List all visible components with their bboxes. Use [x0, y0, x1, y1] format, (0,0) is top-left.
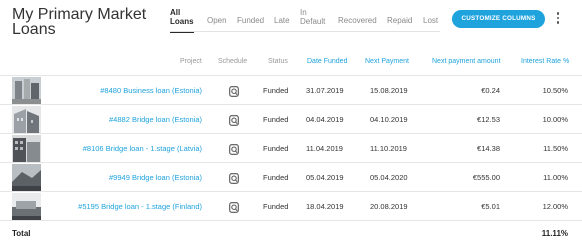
project-link[interactable]: #8106 Bridge loan - 1.stage (Latvia) [60, 144, 202, 153]
interest-rate-value: 11.50% [543, 144, 568, 153]
loan-thumbnail[interactable] [12, 77, 41, 104]
column-header-next-payment-amount[interactable]: Next payment amount [432, 57, 500, 67]
project-link[interactable]: #9949 Bridge loan (Estonia) [60, 173, 202, 182]
column-header-status[interactable]: Status [268, 57, 288, 67]
project-link[interactable]: #8480 Business loan (Estonia) [60, 86, 202, 95]
table-row[interactable]: #8480 Business loan (Estonia) Funded 31.… [0, 76, 582, 104]
column-header-next-payment[interactable]: Next Payment [365, 57, 409, 67]
next-payment-amount-value: €0.24 [481, 86, 500, 95]
status-text: Funded [263, 202, 289, 211]
page-title: My Primary Market Loans [12, 6, 147, 38]
schedule-icon[interactable] [229, 113, 239, 126]
kebab-vertical-icon[interactable] [556, 12, 560, 26]
total-label: Total [12, 229, 31, 238]
tab-funded[interactable]: Funded [237, 16, 264, 25]
schedule-icon[interactable] [229, 200, 239, 213]
status-text: Funded [263, 173, 289, 182]
project-link[interactable]: #4882 Bridge loan (Estonia) [60, 115, 202, 124]
status-text: Funded [263, 115, 289, 124]
tab-recovered[interactable]: Recovered [338, 16, 377, 25]
next-payment-value: 05.04.2020 [370, 173, 408, 182]
next-payment-amount-value: €12.53 [477, 115, 500, 124]
next-payment-amount-value: €14.38 [477, 144, 500, 153]
next-payment-value: 20.08.2019 [370, 202, 408, 211]
loan-thumbnail[interactable] [12, 164, 41, 191]
interest-rate-value: 10.00% [542, 115, 568, 124]
table-row[interactable]: #4882 Bridge loan (Estonia) Funded 04.04… [0, 105, 582, 133]
tab-repaid[interactable]: Repaid [387, 16, 412, 25]
column-header-project[interactable]: Project [180, 57, 202, 67]
loan-status-tabs: All Loans Open Funded Late In Default Re… [170, 8, 440, 33]
tabs-divider [170, 31, 440, 32]
schedule-icon[interactable] [229, 171, 239, 184]
date-funded-value: 11.04.2019 [306, 144, 343, 153]
interest-rate-value: 12.00% [542, 202, 568, 211]
date-funded-value: 05.04.2019 [306, 173, 344, 182]
date-funded-value: 18.04.2019 [306, 202, 344, 211]
table-row[interactable]: #8106 Bridge loan - 1.stage (Latvia) Fun… [0, 134, 582, 162]
loan-thumbnail[interactable] [12, 106, 41, 133]
table-header: Project Schedule Status Date Funded Next… [0, 57, 582, 69]
schedule-icon[interactable] [229, 142, 239, 155]
tab-all-loans[interactable]: All Loans [170, 8, 196, 26]
next-payment-amount-value: €5.01 [481, 202, 500, 211]
loan-thumbnail[interactable] [12, 135, 41, 162]
tab-in-default[interactable]: In Default [300, 8, 330, 26]
column-header-interest-rate[interactable]: Interest Rate % [521, 57, 569, 67]
project-link[interactable]: #5195 Bridge loan - 1.stage (Finland) [60, 202, 202, 211]
status-text: Funded [263, 86, 289, 95]
column-header-schedule[interactable]: Schedule [218, 57, 247, 67]
tab-open[interactable]: Open [207, 16, 227, 25]
next-payment-value: 15.08.2019 [370, 86, 408, 95]
next-payment-value: 04.10.2019 [370, 115, 408, 124]
loan-thumbnail[interactable] [12, 193, 41, 220]
total-interest-rate: 11.11% [541, 229, 568, 238]
schedule-icon[interactable] [229, 84, 239, 97]
tab-late[interactable]: Late [274, 16, 290, 25]
table-row[interactable]: #9949 Bridge loan (Estonia) Funded 05.04… [0, 163, 582, 191]
table-row[interactable]: #5195 Bridge loan - 1.stage (Finland) Fu… [0, 192, 582, 220]
next-payment-value: 11.10.2019 [370, 144, 407, 153]
column-header-date-funded[interactable]: Date Funded [307, 57, 347, 67]
date-funded-value: 31.07.2019 [306, 86, 344, 95]
next-payment-amount-value: €555.00 [472, 173, 500, 182]
customize-columns-button[interactable]: CUSTOMIZE COLUMNS [452, 10, 545, 28]
tab-lost[interactable]: Lost [423, 16, 438, 25]
interest-rate-value: 10.50% [542, 86, 568, 95]
divider [0, 220, 582, 221]
interest-rate-value: 11.00% [543, 173, 568, 182]
total-row: Total 11.11% [0, 223, 582, 239]
date-funded-value: 04.04.2019 [306, 115, 344, 124]
status-text: Funded [263, 144, 289, 153]
